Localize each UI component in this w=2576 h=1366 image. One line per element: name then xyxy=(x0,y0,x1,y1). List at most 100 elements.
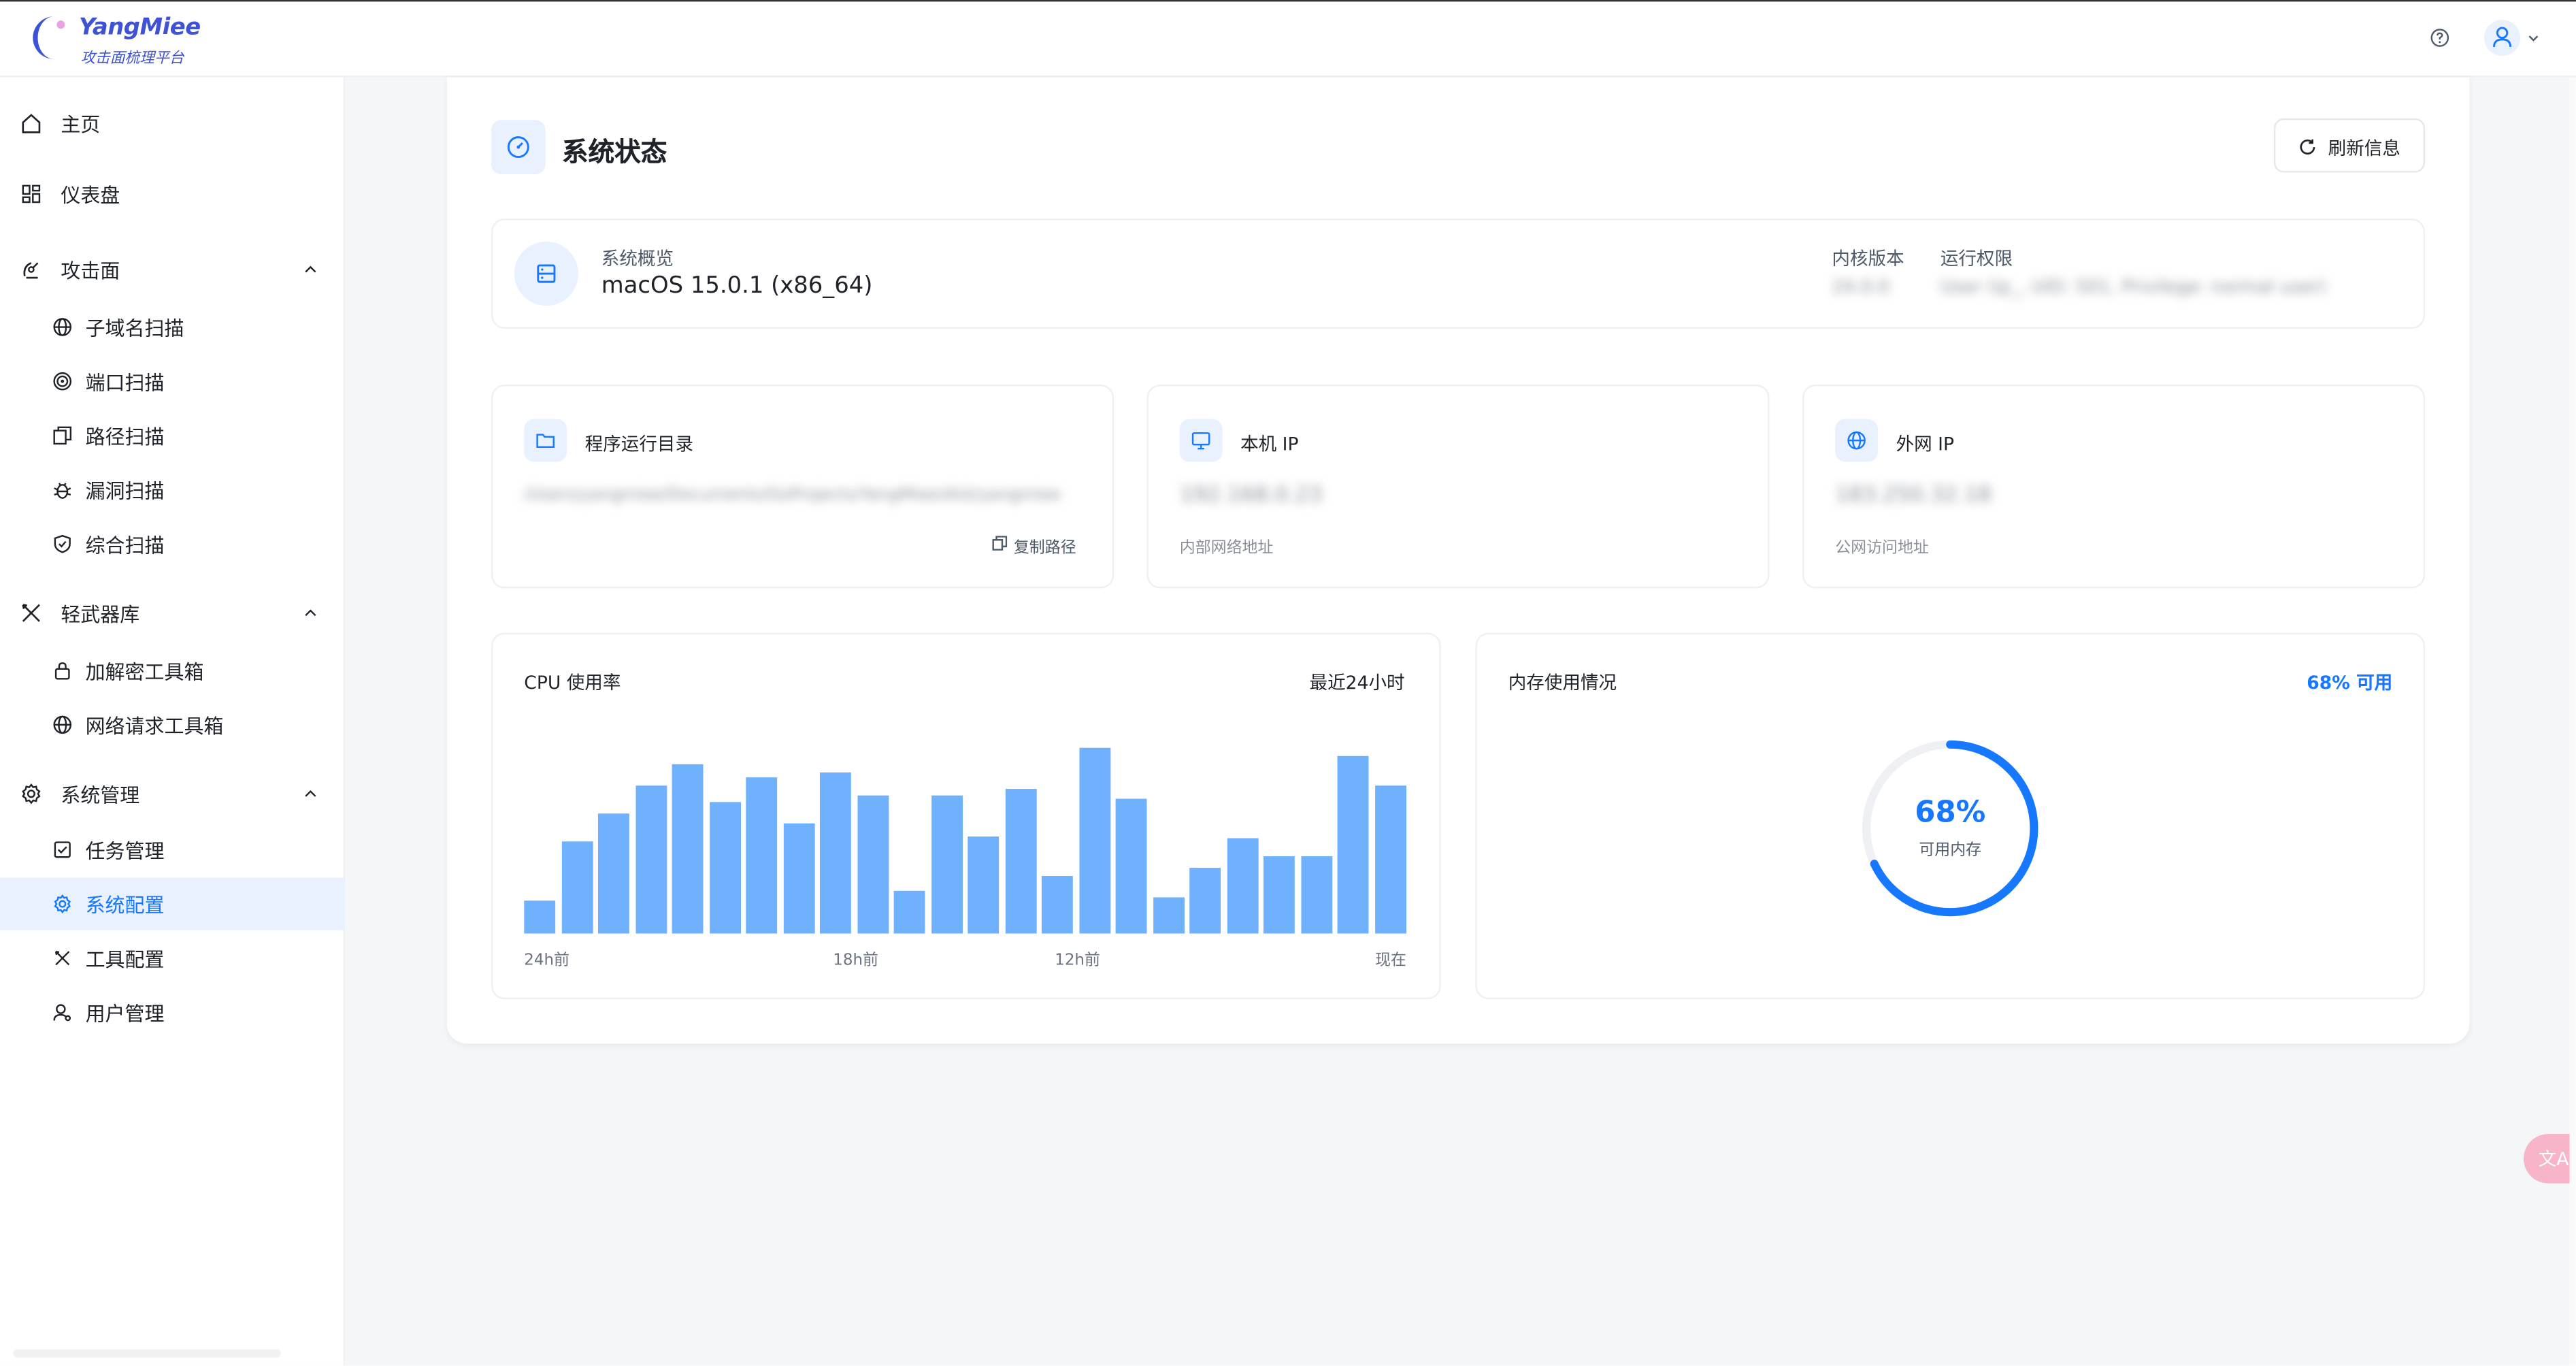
memory-gauge-label: 可用内存 xyxy=(1919,841,1982,860)
cpu-bar xyxy=(746,777,778,934)
sidebar-item-path-scan[interactable]: 路径扫描 xyxy=(0,409,345,461)
sidebar-item-home[interactable]: 主页 xyxy=(0,97,345,149)
sidebar-item-task-management[interactable]: 任务管理 xyxy=(0,824,345,876)
logo-title: YangMiee xyxy=(78,14,201,42)
sidebar-item-http-toolbox[interactable]: 网络请求工具箱 xyxy=(0,698,345,751)
chevron-down-icon[interactable] xyxy=(2527,31,2540,44)
folder-icon-box xyxy=(524,419,567,462)
cpu-bar xyxy=(708,801,740,934)
sidebar-item-tool-config[interactable]: 工具配置 xyxy=(0,932,345,984)
user-avatar[interactable] xyxy=(2484,19,2521,56)
sidebar-group-attack-surface[interactable]: 攻击面 xyxy=(0,243,345,295)
folder-icon xyxy=(536,434,555,449)
cpu-bar xyxy=(819,771,851,934)
tools-icon xyxy=(22,604,40,622)
refresh-label: 刷新信息 xyxy=(2328,137,2400,160)
target-icon xyxy=(53,372,72,391)
bug-icon xyxy=(54,483,71,499)
page-title: 系统状态 xyxy=(561,136,667,168)
cpu-bar xyxy=(930,795,962,934)
globe-icon-box xyxy=(1835,419,1879,462)
local-ip-title: 本机 IP xyxy=(1240,434,1299,455)
sidebar-item-combined-scan[interactable]: 综合扫描 xyxy=(0,518,345,570)
sidebar-item-dashboard[interactable]: 仪表盘 xyxy=(0,167,345,220)
overview-label: 系统概览 xyxy=(601,248,674,270)
sidebar-group-label: 系统管理 xyxy=(61,783,140,807)
kernel-version-value: 24.0.0 xyxy=(1832,276,1889,298)
page-scrollbar[interactable] xyxy=(2569,77,2576,1366)
dashboard-icon xyxy=(22,184,41,204)
sidebar-scrollbar[interactable] xyxy=(13,1349,281,1358)
cpu-bar xyxy=(635,785,667,934)
cpu-bar xyxy=(1300,856,1332,934)
memory-chart-title: 内存使用情况 xyxy=(1508,672,1617,694)
app-window: YangMiee 攻击面梳理平台 主页 仪表盘 攻击面 子域名扫描 端口扫描 路… xyxy=(0,0,2576,1366)
chevron-up-icon xyxy=(305,790,316,797)
sidebar-item-crypto-toolbox[interactable]: 加解密工具箱 xyxy=(0,645,345,697)
monitor-icon-box xyxy=(1179,419,1223,462)
sidebar-item-subdomain-scan[interactable]: 子域名扫描 xyxy=(0,301,345,353)
sidebar-item-label: 漏洞扫描 xyxy=(85,478,165,502)
cpu-bar-chart xyxy=(523,736,1410,934)
sidebar-group-arsenal[interactable]: 轻武器库 xyxy=(0,587,345,639)
cpu-chart-range: 最近24小时 xyxy=(1309,672,1405,694)
cpu-bar xyxy=(1374,785,1406,934)
copy-icon xyxy=(53,426,72,445)
sidebar-item-system-config[interactable]: 系统配置 xyxy=(0,877,346,930)
run-directory-value: /Users/yangmiee/Documents/GoProjects/Yan… xyxy=(524,486,1061,505)
cpu-bar xyxy=(857,795,889,934)
cpu-bar xyxy=(1078,748,1110,934)
memory-available-text: 68% 可用 xyxy=(2307,672,2393,694)
cpu-bar xyxy=(1115,799,1147,934)
sidebar: 主页 仪表盘 攻击面 子域名扫描 端口扫描 路径扫描 漏洞扫描 综合扫描 轻武器… xyxy=(0,77,346,1366)
x-tick-label: 18h前 xyxy=(833,952,878,970)
logo-icon xyxy=(33,16,65,59)
public-ip-subtitle: 公网访问地址 xyxy=(1835,539,1929,557)
sidebar-group-system[interactable]: 系统管理 xyxy=(0,768,345,820)
home-icon xyxy=(22,114,41,133)
shield-check-icon xyxy=(54,534,71,553)
sidebar-item-label: 加解密工具箱 xyxy=(85,660,204,683)
server-icon xyxy=(537,264,556,283)
overview-icon-box xyxy=(514,241,578,306)
sidebar-item-label: 综合扫描 xyxy=(85,533,165,557)
help-icon[interactable] xyxy=(2430,28,2449,48)
user-icon xyxy=(53,1004,71,1022)
cpu-chart-title: CPU 使用率 xyxy=(524,672,621,694)
globe-icon xyxy=(53,715,72,734)
globe-icon xyxy=(53,318,72,336)
sidebar-item-label: 任务管理 xyxy=(85,839,165,862)
top-header: YangMiee 攻击面梳理平台 xyxy=(0,1,2576,78)
logo-subtitle: 攻击面梳理平台 xyxy=(80,50,184,68)
cpu-bar xyxy=(1189,868,1221,934)
checkbox-icon xyxy=(54,841,71,858)
kernel-version-label: 内核版本 xyxy=(1832,248,1904,270)
globe-icon xyxy=(1847,431,1866,450)
run-permission-value: User (ip_, UID: 501, Privilege: normal u… xyxy=(1940,276,2327,298)
translate-float-button[interactable]: 文A xyxy=(2523,1134,2576,1184)
cpu-bar xyxy=(672,764,704,934)
gear-icon xyxy=(22,783,41,804)
cpu-bar xyxy=(1337,755,1369,934)
sidebar-item-label: 用户管理 xyxy=(85,1001,165,1025)
cpu-bar xyxy=(782,823,814,934)
speedometer-icon xyxy=(507,136,529,159)
local-ip-subtitle: 内部网络地址 xyxy=(1179,539,1274,557)
cpu-bar xyxy=(1226,839,1258,934)
cpu-bar xyxy=(1152,898,1184,934)
refresh-button[interactable]: 刷新信息 xyxy=(2273,118,2426,173)
sidebar-item-label: 路径扫描 xyxy=(85,425,165,449)
sidebar-item-port-scan[interactable]: 端口扫描 xyxy=(0,355,345,408)
sidebar-item-label: 仪表盘 xyxy=(61,183,120,207)
cpu-bar xyxy=(968,836,1000,934)
translate-icon: 文A xyxy=(2538,1148,2569,1171)
sidebar-item-vuln-scan[interactable]: 漏洞扫描 xyxy=(0,464,345,516)
sidebar-item-user-management[interactable]: 用户管理 xyxy=(0,986,345,1039)
tools-icon xyxy=(54,950,70,966)
x-tick-label: 12h前 xyxy=(1055,952,1100,970)
x-tick-label: 24h前 xyxy=(524,952,569,970)
memory-gauge-percent: 68% xyxy=(1915,795,1986,830)
sidebar-group-label: 攻击面 xyxy=(61,259,120,282)
sidebar-group-label: 轻武器库 xyxy=(61,602,140,625)
cpu-bar xyxy=(1041,876,1073,934)
